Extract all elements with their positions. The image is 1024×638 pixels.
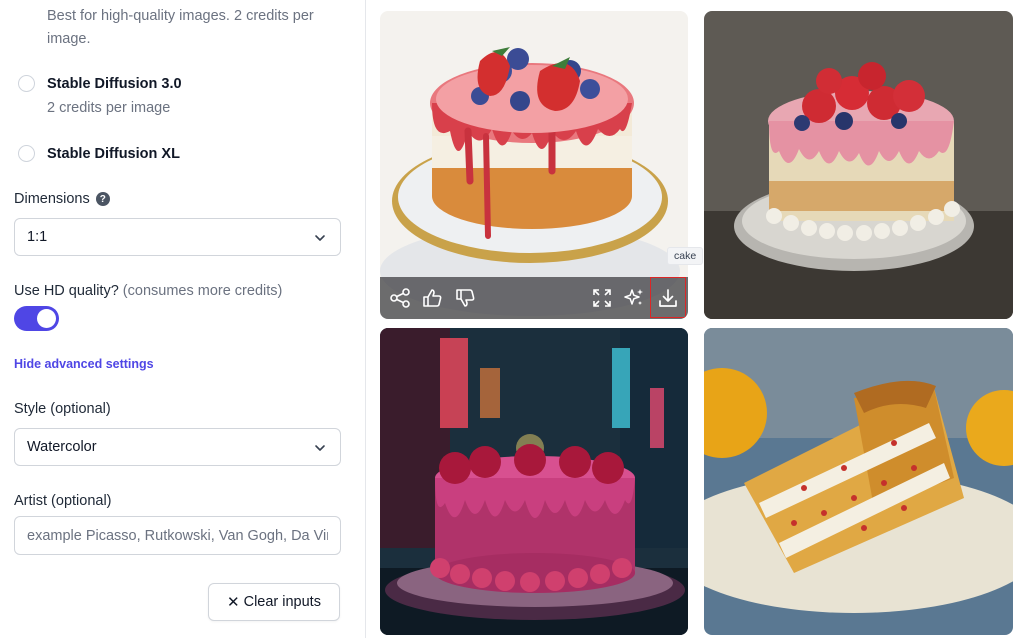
cake-image bbox=[704, 11, 1013, 319]
model-description: Best for high-quality images. 2 credits … bbox=[47, 8, 314, 24]
hd-quality-hint: (consumes more credits) bbox=[122, 283, 283, 299]
radio-button[interactable] bbox=[18, 145, 35, 162]
artist-label: Artist (optional) bbox=[14, 493, 112, 509]
style-value: Watercolor bbox=[27, 439, 97, 455]
hide-advanced-settings-link[interactable]: Hide advanced settings bbox=[14, 357, 154, 371]
dimensions-select[interactable]: 1:1 bbox=[14, 218, 341, 256]
close-icon: ✕ bbox=[227, 594, 240, 611]
download-icon[interactable] bbox=[656, 286, 680, 310]
style-select[interactable]: Watercolor bbox=[14, 428, 341, 466]
model-option-sdxl[interactable]: Stable Diffusion XL bbox=[18, 145, 180, 162]
result-image-4[interactable] bbox=[704, 328, 1013, 635]
model-description-cont: image. bbox=[47, 31, 91, 47]
dimensions-label: Dimensions ? bbox=[14, 191, 110, 207]
result-image-1[interactable] bbox=[380, 11, 688, 319]
thumbs-down-icon[interactable] bbox=[453, 286, 477, 310]
result-image-2[interactable] bbox=[704, 11, 1013, 319]
expand-icon[interactable] bbox=[590, 286, 614, 310]
clear-inputs-label: Clear inputs bbox=[243, 594, 321, 610]
artist-input[interactable] bbox=[14, 516, 341, 555]
radio-button[interactable] bbox=[18, 75, 35, 92]
toggle-knob bbox=[37, 309, 56, 328]
chevron-down-icon bbox=[315, 445, 325, 451]
chevron-down-icon bbox=[315, 235, 325, 241]
model-option-sd3[interactable]: Stable Diffusion 3.0 bbox=[18, 75, 182, 92]
hd-quality-label: Use HD quality? (consumes more credits) bbox=[14, 283, 282, 299]
thumbs-up-icon[interactable] bbox=[420, 286, 444, 310]
result-image-3[interactable] bbox=[380, 328, 688, 635]
clear-inputs-button[interactable]: ✕ Clear inputs bbox=[208, 583, 340, 621]
dimensions-value: 1:1 bbox=[27, 229, 48, 245]
cake-image bbox=[380, 11, 688, 319]
cake-image bbox=[380, 328, 688, 635]
sparkles-icon[interactable] bbox=[622, 286, 646, 310]
style-label: Style (optional) bbox=[14, 401, 111, 417]
settings-panel: Best for high-quality images. 2 credits … bbox=[0, 0, 366, 638]
cake-image bbox=[704, 328, 1013, 635]
dimensions-label-text: Dimensions bbox=[14, 191, 90, 207]
download-tooltip: cake bbox=[667, 247, 704, 265]
hd-quality-toggle[interactable] bbox=[14, 306, 59, 331]
model-option-description: 2 credits per image bbox=[47, 100, 171, 116]
model-option-label: Stable Diffusion 3.0 bbox=[47, 75, 182, 92]
share-icon[interactable] bbox=[388, 286, 412, 310]
hd-quality-label-text: Use HD quality? bbox=[14, 283, 119, 299]
model-option-label: Stable Diffusion XL bbox=[47, 145, 180, 162]
help-icon[interactable]: ? bbox=[95, 192, 110, 206]
image-toolbar bbox=[380, 277, 688, 319]
